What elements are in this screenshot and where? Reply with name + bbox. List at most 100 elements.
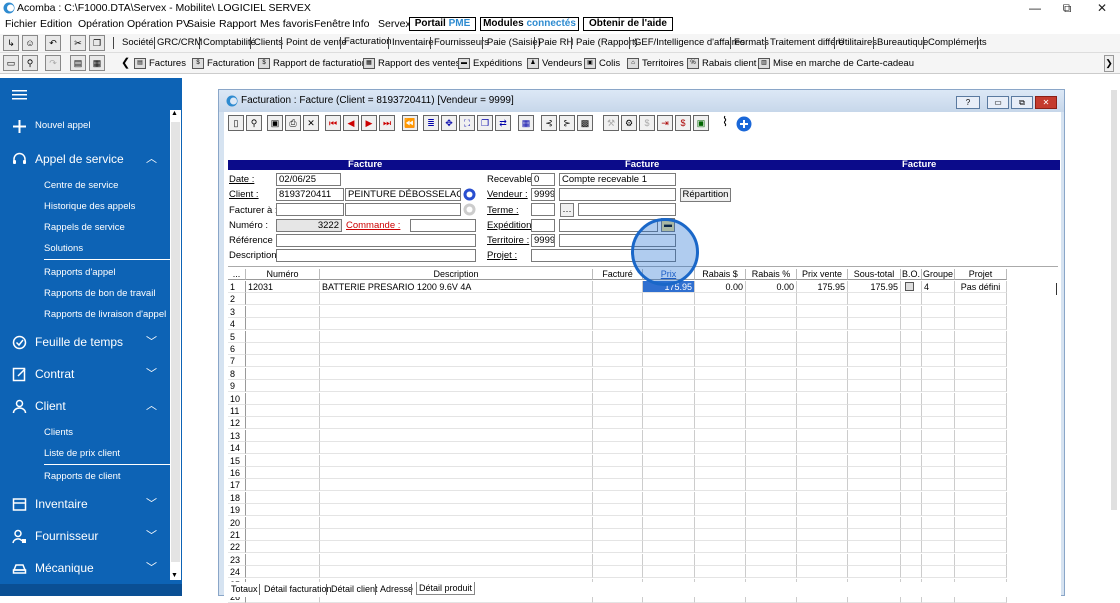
grid-cell[interactable] bbox=[643, 566, 695, 579]
grid-cell[interactable] bbox=[901, 318, 922, 331]
grid-cell[interactable] bbox=[901, 405, 922, 417]
grid-cell[interactable] bbox=[643, 442, 695, 455]
module-tab-traitement-differe[interactable]: Traitement différé bbox=[770, 37, 844, 48]
description-input[interactable] bbox=[276, 249, 476, 262]
header-col-projet[interactable]: Projet bbox=[955, 269, 1007, 280]
grid-cell[interactable] bbox=[695, 491, 746, 504]
close-window-button[interactable]: ✕ bbox=[1035, 96, 1057, 109]
grid-cell[interactable] bbox=[901, 293, 922, 306]
grid-cell[interactable] bbox=[593, 318, 643, 331]
transfer-icon[interactable]: ⇄ bbox=[495, 115, 511, 131]
grid-cell[interactable] bbox=[695, 318, 746, 331]
grid-cell[interactable] bbox=[593, 392, 643, 405]
header-col-rabais-pct[interactable]: Rabais % bbox=[746, 269, 797, 280]
add-circle-icon[interactable] bbox=[736, 116, 752, 132]
reference-input[interactable] bbox=[276, 234, 476, 247]
grid-cell[interactable] bbox=[797, 355, 848, 368]
settings-icon[interactable]: ⚙ bbox=[621, 115, 637, 131]
grid-cell[interactable] bbox=[320, 491, 593, 504]
tab-detail-produit[interactable]: Détail produit bbox=[416, 582, 476, 595]
grid-cell[interactable] bbox=[695, 330, 746, 343]
btn-colis[interactable]: ▣ Colis bbox=[584, 55, 620, 72]
grid-cell[interactable] bbox=[848, 467, 901, 479]
header-col-bo[interactable]: B.O. bbox=[901, 269, 922, 280]
grid-cell[interactable] bbox=[593, 491, 643, 504]
grid-cell[interactable] bbox=[746, 454, 797, 467]
sidebar-item-rapports-appel[interactable]: Rapports d'appel bbox=[44, 265, 214, 281]
grid-cell[interactable] bbox=[848, 293, 901, 306]
module-tab-formats[interactable]: Formats bbox=[734, 37, 769, 48]
grid-cell[interactable] bbox=[320, 566, 593, 579]
commande-input[interactable] bbox=[410, 219, 476, 232]
grid-cell[interactable] bbox=[695, 417, 746, 430]
menu-servex[interactable]: Servex bbox=[378, 18, 411, 30]
grid-cell[interactable] bbox=[643, 330, 695, 343]
grid-cell[interactable] bbox=[848, 343, 901, 355]
grid-cell[interactable] bbox=[643, 454, 695, 467]
menu-fenetre[interactable]: Fenêtre bbox=[314, 18, 350, 30]
scroll-down-icon[interactable]: ▼ bbox=[171, 572, 178, 579]
search-binoculars-icon[interactable]: ⚲ bbox=[246, 115, 262, 131]
grid-cell[interactable] bbox=[955, 343, 1007, 355]
split-line-icon[interactable]: ⊱ bbox=[559, 115, 575, 131]
header-col-facture[interactable]: Facturé bbox=[593, 269, 643, 280]
grid-cell[interactable] bbox=[955, 491, 1007, 504]
grid-cell[interactable] bbox=[901, 355, 922, 368]
minimize-button[interactable]: — bbox=[1021, 0, 1049, 17]
header-col-rabais-dollar[interactable]: Rabais $ bbox=[695, 269, 746, 280]
menu-rapport[interactable]: Rapport bbox=[219, 18, 256, 30]
grid-cell[interactable] bbox=[643, 318, 695, 331]
grid-cell[interactable] bbox=[848, 454, 901, 467]
grid-cell[interactable] bbox=[593, 442, 643, 455]
grid-cell[interactable] bbox=[746, 392, 797, 405]
paperclip-icon[interactable]: ⌇ bbox=[717, 115, 733, 131]
grid-cell[interactable] bbox=[797, 343, 848, 355]
undo-icon[interactable]: ↶ bbox=[45, 35, 61, 51]
grid-cell[interactable] bbox=[246, 541, 320, 554]
bo-checkbox[interactable] bbox=[905, 282, 914, 291]
grid-cell[interactable] bbox=[643, 293, 695, 306]
client-lookup-icon[interactable] bbox=[463, 188, 476, 201]
grid-cell[interactable] bbox=[922, 429, 955, 442]
sidebar-mechanic[interactable]: Mécanique ﹀ bbox=[0, 556, 170, 580]
grid-cell[interactable] bbox=[848, 541, 901, 554]
grid-cell[interactable]: 175.95 bbox=[797, 281, 848, 293]
grid-cell[interactable] bbox=[848, 529, 901, 541]
import-icon[interactable]: ↳ bbox=[3, 35, 19, 51]
rewind-icon[interactable]: ⏪ bbox=[402, 115, 418, 131]
btn-carte-cadeau[interactable]: ▥ Mise en marche de Carte-cadeau bbox=[758, 55, 914, 72]
grid-cell[interactable] bbox=[643, 553, 695, 566]
module-tab-fournisseurs[interactable]: Fournisseurs bbox=[434, 37, 489, 48]
grid-cell[interactable] bbox=[593, 330, 643, 343]
grid-cell[interactable] bbox=[643, 529, 695, 541]
grid-cell[interactable] bbox=[955, 305, 1007, 318]
grid-cell[interactable] bbox=[848, 442, 901, 455]
grid-cell[interactable] bbox=[695, 467, 746, 479]
grid-cell[interactable] bbox=[246, 417, 320, 430]
grid-cell[interactable] bbox=[643, 405, 695, 417]
grid-cell[interactable] bbox=[955, 330, 1007, 343]
help-window-button[interactable]: ? bbox=[956, 96, 980, 109]
cut-icon[interactable]: ✂ bbox=[70, 35, 86, 51]
export-icon[interactable]: ⇥ bbox=[657, 115, 673, 131]
grid-cell[interactable] bbox=[922, 442, 955, 455]
grid-cell[interactable] bbox=[901, 467, 922, 479]
grid-cell[interactable] bbox=[922, 293, 955, 306]
grid-cell[interactable] bbox=[797, 479, 848, 492]
grid-cell[interactable] bbox=[901, 392, 922, 405]
grid-cell[interactable] bbox=[695, 516, 746, 529]
grid-cell[interactable]: BATTERIE PRESARIO 1200 9.6V 4A bbox=[320, 281, 593, 293]
search-binoculars-icon[interactable]: ⚲ bbox=[22, 55, 38, 71]
portail-pme-button[interactable]: Portail PME bbox=[409, 17, 476, 31]
grid-cell[interactable] bbox=[922, 392, 955, 405]
copy-record-icon[interactable]: ❐ bbox=[477, 115, 493, 131]
grid-cell[interactable] bbox=[955, 516, 1007, 529]
sidebar-item-rappels[interactable]: Rappels de service bbox=[44, 220, 214, 236]
grid-cell[interactable] bbox=[955, 442, 1007, 455]
grid-cell[interactable] bbox=[593, 467, 643, 479]
grid-cell[interactable] bbox=[922, 516, 955, 529]
grid-cell[interactable] bbox=[695, 529, 746, 541]
grid-cell[interactable] bbox=[901, 281, 922, 293]
grid-cell[interactable] bbox=[901, 566, 922, 579]
grid-cell[interactable] bbox=[320, 367, 593, 380]
